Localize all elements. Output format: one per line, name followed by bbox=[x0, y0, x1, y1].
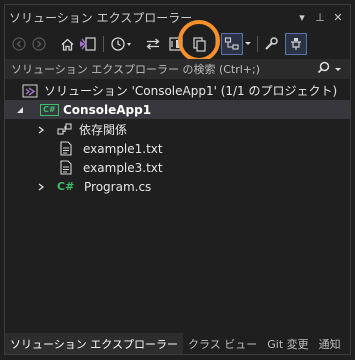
csharp-file-icon: C# bbox=[57, 180, 75, 193]
bottom-tabs: ソリューション エクスプローラー クラス ビュー Git 変更 通知 bbox=[5, 333, 350, 354]
switch-views-icon[interactable] bbox=[79, 34, 97, 54]
toolbar-separator bbox=[215, 36, 216, 52]
search-icon[interactable] bbox=[317, 61, 330, 77]
tab-notifications[interactable]: 通知 bbox=[314, 333, 346, 354]
search-options[interactable] bbox=[317, 61, 342, 77]
pin-button[interactable]: ⊥ bbox=[314, 11, 326, 24]
solution-label: ソリューション 'ConsoleApp1' (1/1 のプロジェクト) bbox=[44, 84, 338, 98]
tree-item-file[interactable]: example1.txt bbox=[5, 139, 350, 158]
tree-item-solution[interactable]: ソリューション 'ConsoleApp1' (1/1 のプロジェクト) bbox=[5, 81, 350, 100]
expanded-arrow-icon[interactable] bbox=[15, 105, 25, 115]
collapse-all-icon[interactable] bbox=[167, 34, 185, 54]
pin-preview-icon[interactable] bbox=[285, 33, 307, 55]
sync-active-document-icon[interactable] bbox=[145, 34, 161, 54]
search-box[interactable]: ソリューション エクスプローラー の検索 (Ctrl+;) bbox=[5, 59, 350, 79]
csharp-project-icon: C# bbox=[40, 103, 59, 116]
tree-item-label: 依存関係 bbox=[79, 123, 128, 137]
collapsed-arrow-icon[interactable] bbox=[36, 125, 46, 135]
back-icon[interactable] bbox=[11, 34, 27, 54]
panel-title: ソリューション エクスプローラー bbox=[9, 10, 193, 25]
chevron-down-icon[interactable] bbox=[243, 34, 253, 54]
toolbar-separator bbox=[257, 36, 258, 52]
toolbar bbox=[5, 30, 350, 58]
text-file-icon bbox=[60, 160, 72, 175]
search-input[interactable]: ソリューション エクスプローラー の検索 (Ctrl+;) bbox=[11, 61, 260, 77]
dependencies-icon bbox=[57, 122, 73, 137]
tree-item-label: Program.cs bbox=[84, 179, 152, 194]
tree-item-project[interactable]: C# ConsoleApp1 bbox=[5, 100, 350, 119]
tree-item-label: example1.txt bbox=[83, 141, 163, 156]
forward-icon[interactable] bbox=[31, 34, 47, 54]
solution-icon bbox=[22, 84, 38, 98]
tree-item-dependencies[interactable]: 依存関係 bbox=[5, 120, 350, 139]
collapsed-arrow-icon[interactable] bbox=[36, 182, 46, 192]
title-bar: ソリューション エクスプローラー ▾ ⊥ ✕ bbox=[5, 5, 350, 29]
tree-item-file[interactable]: example3.txt bbox=[5, 158, 350, 177]
properties-icon[interactable] bbox=[263, 34, 279, 54]
close-button[interactable]: ✕ bbox=[332, 11, 344, 24]
tree-item-label: example3.txt bbox=[83, 160, 163, 175]
preview-selected-items-icon[interactable] bbox=[221, 33, 243, 55]
show-all-files-icon[interactable] bbox=[191, 34, 209, 54]
chevron-down-icon[interactable] bbox=[334, 62, 342, 76]
pending-changes-filter-icon[interactable] bbox=[110, 34, 134, 54]
toolbar-separator bbox=[103, 36, 104, 52]
home-icon[interactable] bbox=[59, 34, 75, 54]
text-file-icon bbox=[60, 141, 72, 156]
tab-solution-explorer[interactable]: ソリューション エクスプローラー bbox=[5, 333, 183, 354]
tree-item-program-cs[interactable]: C# Program.cs bbox=[5, 177, 350, 196]
title-controls: ▾ ⊥ ✕ bbox=[296, 11, 344, 24]
project-label: ConsoleApp1 bbox=[63, 102, 152, 117]
tab-class-view[interactable]: クラス ビュー bbox=[183, 333, 262, 354]
window-options-button[interactable]: ▾ bbox=[296, 11, 308, 24]
tab-git-changes[interactable]: Git 変更 bbox=[262, 333, 313, 354]
